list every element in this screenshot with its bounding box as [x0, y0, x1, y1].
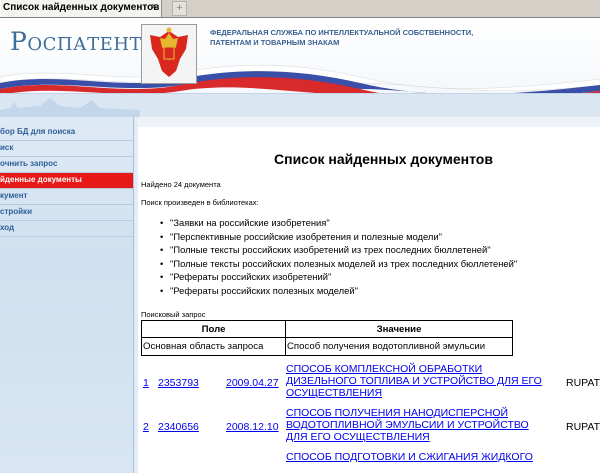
agency-line-1: ФЕДЕРАЛЬНАЯ СЛУЖБА ПО ИНТЕЛЛЕКТУАЛЬНОЙ С… — [210, 28, 474, 37]
new-tab-button[interactable]: + — [172, 1, 187, 16]
agency-name: ФЕДЕРАЛЬНАЯ СЛУЖБА ПО ИНТЕЛЛЕКТУАЛЬНОЙ С… — [210, 28, 473, 48]
result-source: RUPAT — [566, 377, 600, 389]
result-id-link[interactable]: 2353793 — [158, 377, 199, 389]
tab-found-documents[interactable]: Список найденных документов × — [0, 0, 162, 17]
query-table-header: Поле Значение — [141, 320, 513, 338]
coat-of-arms-icon — [141, 24, 197, 84]
found-count: Найдено 24 документа — [141, 180, 221, 189]
sidebar-item-select-db[interactable]: бор БД для поиска — [0, 125, 133, 141]
libraries-list: "Заявки на российские изобретения" "Перс… — [160, 216, 517, 297]
main-content: Список найденных документов Найдено 24 д… — [138, 117, 600, 473]
sidebar-item-document[interactable]: кумент — [0, 189, 133, 205]
result-number-link[interactable]: 1 — [143, 377, 149, 389]
table-row: Основная область запроса Способ получени… — [141, 337, 513, 356]
result-source: RUPAT — [566, 421, 600, 433]
result-title-link[interactable]: СПОСОБ ПОДГОТОВКИ И СЖИГАНИЯ ЖИДКОГО — [286, 451, 546, 463]
tab-label: Список найденных документов — [3, 2, 160, 13]
sidebar: бор БД для поиска иск очнить запрос йден… — [0, 117, 133, 473]
libraries-caption: Поиск произведен в библиотеках: — [141, 198, 259, 207]
result-title-link[interactable]: СПОСОБ ПОЛУЧЕНИЯ НАНОДИСПЕРСНОЙ ВОДОТОПЛ… — [286, 407, 546, 443]
query-value-cell: Способ получения водотопливной эмульсии — [285, 337, 513, 356]
tab-bar: Список найденных документов × + — [0, 0, 600, 18]
sidebar-item-settings[interactable]: стройки — [0, 205, 133, 221]
rospatent-logo: Роспатент — [10, 27, 143, 56]
query-table: Поле Значение Основная область запроса С… — [141, 320, 513, 356]
close-icon[interactable]: × — [151, 1, 157, 13]
agency-line-2: ПАТЕНТАМ И ТОВАРНЫМ ЗНАКАМ — [210, 38, 340, 47]
sidebar-menu: бор БД для поиска иск очнить запрос йден… — [0, 125, 133, 237]
flag-ribbon-icon — [0, 64, 600, 93]
sidebar-item-found-documents[interactable]: йденные документы — [0, 173, 133, 189]
site-header: Роспатент ФЕДЕРАЛЬНАЯ СЛУЖБА ПО ИНТЕЛЛЕК… — [0, 18, 600, 93]
library-item: "Рефераты российских изобретений" — [160, 270, 517, 284]
library-item: "Рефераты российских полезных моделей" — [160, 284, 517, 298]
library-item: "Заявки на российские изобретения" — [160, 216, 517, 230]
header-band — [0, 93, 600, 118]
library-item: "Полные тексты российских изобретений из… — [160, 243, 517, 257]
library-item: "Полные тексты российских полезных модел… — [160, 257, 517, 271]
result-title-link[interactable]: СПОСОБ КОМПЛЕКСНОЙ ОБРАБОТКИ ДИЗЕЛЬНОГО … — [286, 363, 546, 399]
building-silhouette-icon — [0, 98, 140, 118]
page-title: Список найденных документов — [274, 151, 493, 167]
sidebar-item-exit[interactable]: ход — [0, 221, 133, 237]
column-header-value: Значение — [285, 320, 513, 338]
result-date-link[interactable]: 2008.12.10 — [226, 421, 279, 433]
result-id-link[interactable]: 2340656 — [158, 421, 199, 433]
content-top-strip — [138, 117, 600, 127]
query-caption: Поисковый запрос — [141, 310, 206, 319]
result-date-link[interactable]: 2009.04.27 — [226, 377, 279, 389]
library-item: "Перспективные российские изобретения и … — [160, 230, 517, 244]
sidebar-item-search[interactable]: иск — [0, 141, 133, 157]
column-header-field: Поле — [141, 320, 286, 338]
sidebar-item-refine-query[interactable]: очнить запрос — [0, 157, 133, 173]
result-number-link[interactable]: 2 — [143, 421, 149, 433]
query-field-cell: Основная область запроса — [141, 337, 286, 356]
